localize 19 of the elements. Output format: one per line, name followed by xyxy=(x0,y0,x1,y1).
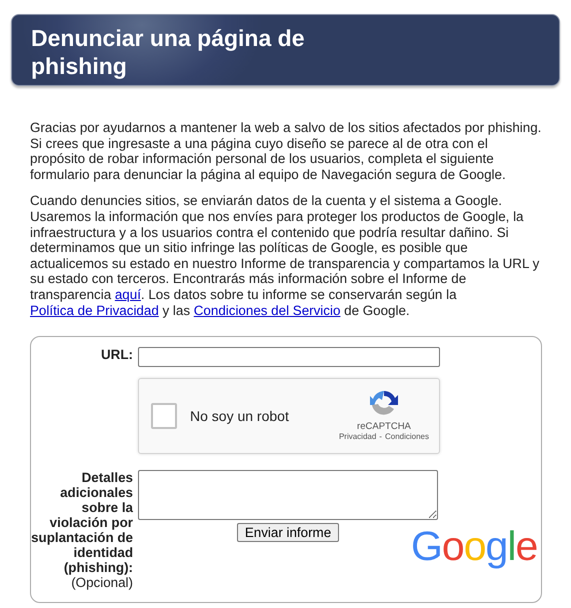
google-logo: Google xyxy=(411,526,538,568)
intro-paragraph: Cuando denuncies sitios, se enviarán datos de la cuenta y el sistema a Google. Usaremos la información que nos envíes para proteger los productos de Google, la infraestructura y a los usuarios contra el contenido que podría resultar dañino. Si determinamos que un sitio infringe las políticas de Google, es posible que actualicemos su estado en nuestro Informe de transparencia y compartamos la URL y su estado con terceros. Encontrarás más información sobre el Informe de transparencia aquí. Los datos sobre tu informe se conservarán según la Política de Privacidad y las Condiciones del Servicio de Google. xyxy=(30,193,540,318)
text-link[interactable]: aquí xyxy=(114,286,141,302)
captcha-label: No soy un robot xyxy=(190,408,289,424)
url-input-field[interactable] xyxy=(138,347,440,368)
recaptcha-brand: reCAPTCHA xyxy=(357,421,411,432)
optional-note: (Opcional) xyxy=(70,575,133,590)
submit-button[interactable]: Enviar informe xyxy=(236,523,340,542)
captcha-checkbox[interactable] xyxy=(151,403,177,430)
privacy-link[interactable]: Privacidad xyxy=(338,432,376,442)
url-label: URL: xyxy=(100,347,133,364)
page-title: Denunciar una página de phishing xyxy=(31,24,306,80)
text-link[interactable]: Política de Privacidad xyxy=(30,302,159,318)
intro-paragraph: Gracias por ayudarnos a mantener la web a salvo de los sitios afectados por phishing. Si crees que ingresaste a una página cuyo diseño se parece al de otra con el propósito de robar información personal de los usuarios, completa el siguiente formulario para denunciar la página al equipo de Navegación segura de Google. xyxy=(30,120,542,182)
link-separator: - xyxy=(379,432,382,442)
details-text-area[interactable] xyxy=(138,470,438,520)
terms-link[interactable]: Condiciones xyxy=(384,432,429,442)
text-link[interactable]: Condiciones del Servicio xyxy=(194,302,340,318)
details-label: Detalles adicionales sobre la violación por suplantación de identidad (phishing): xyxy=(31,470,133,576)
